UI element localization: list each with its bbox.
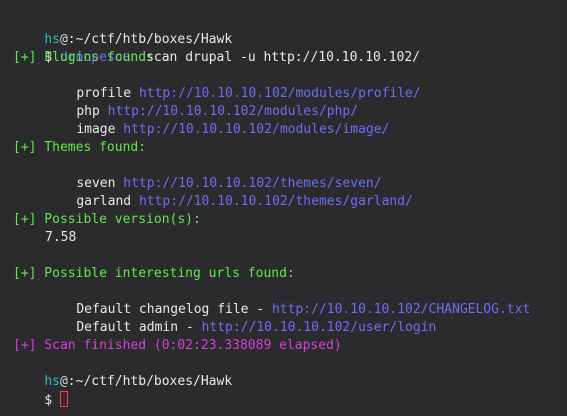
theme-name: seven xyxy=(76,176,116,191)
prompt-line: hs@:~/ctf/htb/boxes/Hawk xyxy=(13,355,567,389)
terminal-window[interactable]: hs@:~/ctf/htb/boxes/Hawk $ droopescan sc… xyxy=(0,0,567,416)
interesting-url-label: Default changelog file - xyxy=(76,302,272,317)
interesting-url: http://10.10.10.102/CHANGELOG.txt xyxy=(271,302,531,317)
theme-url: http://10.10.10.102/themes/garland/ xyxy=(138,194,413,209)
versions-header: [+] Possible version(s): xyxy=(13,212,201,227)
plugin-row: profile http://10.10.10.102/modules/prof… xyxy=(13,67,567,101)
prompt-path: :~/ctf/htb/boxes/Hawk xyxy=(67,32,233,47)
prompt-dollar: $ xyxy=(44,393,53,408)
interesting-urls-header: [+] Possible interesting urls found: xyxy=(13,266,295,281)
interesting-url-row: Default changelog file - http://10.10.10… xyxy=(13,283,567,317)
theme-name: garland xyxy=(76,194,132,209)
plugin-name: image xyxy=(76,122,116,137)
prompt-user: hs xyxy=(44,32,60,47)
themes-header: [+] Themes found: xyxy=(13,140,147,155)
prompt-user: hs xyxy=(44,374,60,389)
prompt-path: :~/ctf/htb/boxes/Hawk xyxy=(67,374,233,389)
interesting-url: http://10.10.10.102/user/login xyxy=(201,320,437,335)
plugin-name: profile xyxy=(76,86,132,101)
prompt-line: hs@:~/ctf/htb/boxes/Hawk xyxy=(13,13,567,47)
interesting-url-label: Default admin - xyxy=(76,320,202,335)
theme-url: http://10.10.10.102/themes/seven/ xyxy=(123,176,382,191)
text-cursor-icon[interactable] xyxy=(60,391,69,407)
prompt-at: @ xyxy=(59,32,68,47)
plugin-url: http://10.10.10.102/modules/php/ xyxy=(107,104,359,119)
plugin-name: php xyxy=(76,104,100,119)
theme-row: seven http://10.10.10.102/themes/seven/ xyxy=(13,157,567,191)
scan-finished-status: [+] Scan finished (0:02:23.338089 elapse… xyxy=(13,338,342,353)
plugin-url: http://10.10.10.102/modules/profile/ xyxy=(138,86,421,101)
version-value: 7.58 xyxy=(45,230,77,245)
prompt-at: @ xyxy=(59,374,68,389)
plugin-url: http://10.10.10.102/modules/image/ xyxy=(123,122,390,137)
command-args: scan drupal -u http://10.10.10.102/ xyxy=(138,50,421,65)
